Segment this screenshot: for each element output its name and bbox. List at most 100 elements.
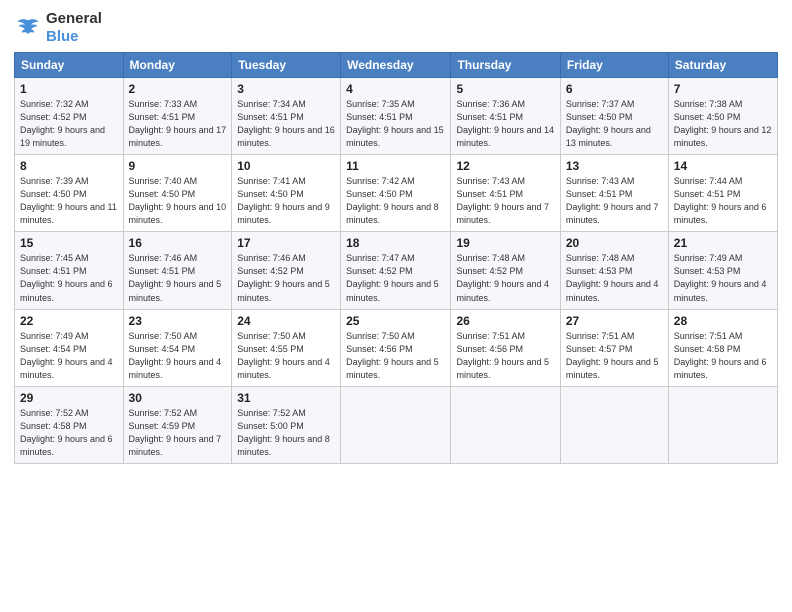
day-info: Sunrise: 7:37 AMSunset: 4:50 PMDaylight:… (566, 98, 663, 150)
calendar-cell (668, 386, 777, 463)
day-number: 2 (129, 82, 227, 96)
day-number: 29 (20, 391, 118, 405)
calendar-cell (451, 386, 560, 463)
weekday-header-monday: Monday (123, 53, 232, 78)
weekday-header-sunday: Sunday (15, 53, 124, 78)
day-info: Sunrise: 7:48 AMSunset: 4:53 PMDaylight:… (566, 252, 663, 304)
calendar-cell: 3Sunrise: 7:34 AMSunset: 4:51 PMDaylight… (232, 78, 341, 155)
calendar-cell: 7Sunrise: 7:38 AMSunset: 4:50 PMDaylight… (668, 78, 777, 155)
calendar-cell: 11Sunrise: 7:42 AMSunset: 4:50 PMDayligh… (341, 155, 451, 232)
day-info: Sunrise: 7:49 AMSunset: 4:54 PMDaylight:… (20, 330, 118, 382)
day-info: Sunrise: 7:43 AMSunset: 4:51 PMDaylight:… (566, 175, 663, 227)
calendar-cell: 20 Sunrise: 7:48 AMSunset: 4:53 PMDayligh… (560, 232, 668, 309)
day-number: 15 (20, 236, 118, 250)
calendar-cell: 24 Sunrise: 7:50 AMSunset: 4:55 PMDayligh… (232, 309, 341, 386)
day-info: Sunrise: 7:43 AMSunset: 4:51 PMDaylight:… (456, 175, 554, 227)
weekday-header-wednesday: Wednesday (341, 53, 451, 78)
logo-icon (14, 17, 42, 39)
logo: General Blue (14, 10, 102, 46)
day-info: Sunrise: 7:36 AMSunset: 4:51 PMDaylight:… (456, 98, 554, 150)
day-info: Sunrise: 7:45 AMSunset: 4:51 PMDaylight:… (20, 252, 118, 304)
day-info: Sunrise: 7:38 AMSunset: 4:50 PMDaylight:… (674, 98, 772, 150)
day-number: 4 (346, 82, 445, 96)
day-info: Sunrise: 7:52 AMSunset: 4:59 PMDaylight:… (129, 407, 227, 459)
day-info: Sunrise: 7:52 AMSunset: 5:00 PMDaylight:… (237, 407, 335, 459)
calendar-cell: 1 Sunrise: 7:32 AMSunset: 4:52 PMDaylight… (15, 78, 124, 155)
calendar-cell: 14Sunrise: 7:44 AMSunset: 4:51 PMDayligh… (668, 155, 777, 232)
day-info: Sunrise: 7:46 AMSunset: 4:51 PMDaylight:… (129, 252, 227, 304)
day-number: 6 (566, 82, 663, 96)
calendar-week-2: 8Sunrise: 7:39 AMSunset: 4:50 PMDaylight… (15, 155, 778, 232)
day-number: 13 (566, 159, 663, 173)
day-number: 18 (346, 236, 445, 250)
calendar-cell: 6 Sunrise: 7:37 AMSunset: 4:50 PMDaylight… (560, 78, 668, 155)
day-number: 21 (674, 236, 772, 250)
day-number: 12 (456, 159, 554, 173)
calendar-cell: 17Sunrise: 7:46 AMSunset: 4:52 PMDayligh… (232, 232, 341, 309)
day-info: Sunrise: 7:50 AMSunset: 4:55 PMDaylight:… (237, 330, 335, 382)
day-info: Sunrise: 7:41 AMSunset: 4:50 PMDaylight:… (237, 175, 335, 227)
day-number: 22 (20, 314, 118, 328)
weekday-header-saturday: Saturday (668, 53, 777, 78)
calendar-cell: 18 Sunrise: 7:47 AMSunset: 4:52 PMDayligh… (341, 232, 451, 309)
day-number: 24 (237, 314, 335, 328)
calendar-cell: 5 Sunrise: 7:36 AMSunset: 4:51 PMDaylight… (451, 78, 560, 155)
day-number: 28 (674, 314, 772, 328)
calendar-cell: 13 Sunrise: 7:43 AMSunset: 4:51 PMDayligh… (560, 155, 668, 232)
calendar-week-1: 1 Sunrise: 7:32 AMSunset: 4:52 PMDaylight… (15, 78, 778, 155)
calendar-cell: 9 Sunrise: 7:40 AMSunset: 4:50 PMDaylight… (123, 155, 232, 232)
calendar-page: General Blue SundayMondayTuesdayWednesda… (0, 0, 792, 612)
weekday-header-row: SundayMondayTuesdayWednesdayThursdayFrid… (15, 53, 778, 78)
day-number: 31 (237, 391, 335, 405)
calendar-cell: 19Sunrise: 7:48 AMSunset: 4:52 PMDayligh… (451, 232, 560, 309)
day-number: 27 (566, 314, 663, 328)
day-info: Sunrise: 7:50 AMSunset: 4:54 PMDaylight:… (129, 330, 227, 382)
day-number: 25 (346, 314, 445, 328)
day-info: Sunrise: 7:50 AMSunset: 4:56 PMDaylight:… (346, 330, 445, 382)
calendar-cell: 16Sunrise: 7:46 AMSunset: 4:51 PMDayligh… (123, 232, 232, 309)
calendar-cell: 27 Sunrise: 7:51 AMSunset: 4:57 PMDayligh… (560, 309, 668, 386)
day-number: 1 (20, 82, 118, 96)
calendar-table: SundayMondayTuesdayWednesdayThursdayFrid… (14, 52, 778, 464)
calendar-cell: 10 Sunrise: 7:41 AMSunset: 4:50 PMDayligh… (232, 155, 341, 232)
calendar-cell: 22 Sunrise: 7:49 AMSunset: 4:54 PMDayligh… (15, 309, 124, 386)
day-info: Sunrise: 7:51 AMSunset: 4:57 PMDaylight:… (566, 330, 663, 382)
day-info: Sunrise: 7:32 AMSunset: 4:52 PMDaylight:… (20, 98, 118, 150)
calendar-cell: 21 Sunrise: 7:49 AMSunset: 4:53 PMDayligh… (668, 232, 777, 309)
day-info: Sunrise: 7:52 AMSunset: 4:58 PMDaylight:… (20, 407, 118, 459)
day-info: Sunrise: 7:33 AMSunset: 4:51 PMDaylight:… (129, 98, 227, 150)
day-number: 23 (129, 314, 227, 328)
day-info: Sunrise: 7:48 AMSunset: 4:52 PMDaylight:… (456, 252, 554, 304)
calendar-cell (560, 386, 668, 463)
calendar-cell: 4 Sunrise: 7:35 AMSunset: 4:51 PMDaylight… (341, 78, 451, 155)
weekday-header-friday: Friday (560, 53, 668, 78)
day-info: Sunrise: 7:49 AMSunset: 4:53 PMDaylight:… (674, 252, 772, 304)
day-info: Sunrise: 7:35 AMSunset: 4:51 PMDaylight:… (346, 98, 445, 150)
day-number: 9 (129, 159, 227, 173)
logo-text: General Blue (46, 10, 102, 46)
weekday-header-thursday: Thursday (451, 53, 560, 78)
calendar-cell (341, 386, 451, 463)
day-number: 11 (346, 159, 445, 173)
day-info: Sunrise: 7:51 AMSunset: 4:56 PMDaylight:… (456, 330, 554, 382)
calendar-cell: 29 Sunrise: 7:52 AMSunset: 4:58 PMDayligh… (15, 386, 124, 463)
day-info: Sunrise: 7:40 AMSunset: 4:50 PMDaylight:… (129, 175, 227, 227)
day-number: 8 (20, 159, 118, 173)
calendar-cell: 25 Sunrise: 7:50 AMSunset: 4:56 PMDayligh… (341, 309, 451, 386)
day-number: 10 (237, 159, 335, 173)
calendar-cell: 12 Sunrise: 7:43 AMSunset: 4:51 PMDayligh… (451, 155, 560, 232)
day-number: 5 (456, 82, 554, 96)
calendar-cell: 28Sunrise: 7:51 AMSunset: 4:58 PMDayligh… (668, 309, 777, 386)
calendar-cell: 31 Sunrise: 7:52 AMSunset: 5:00 PMDayligh… (232, 386, 341, 463)
calendar-cell: 2 Sunrise: 7:33 AMSunset: 4:51 PMDaylight… (123, 78, 232, 155)
calendar-week-5: 29 Sunrise: 7:52 AMSunset: 4:58 PMDayligh… (15, 386, 778, 463)
calendar-cell: 30Sunrise: 7:52 AMSunset: 4:59 PMDayligh… (123, 386, 232, 463)
day-info: Sunrise: 7:47 AMSunset: 4:52 PMDaylight:… (346, 252, 445, 304)
calendar-week-4: 22 Sunrise: 7:49 AMSunset: 4:54 PMDayligh… (15, 309, 778, 386)
calendar-cell: 26 Sunrise: 7:51 AMSunset: 4:56 PMDayligh… (451, 309, 560, 386)
calendar-cell: 15 Sunrise: 7:45 AMSunset: 4:51 PMDayligh… (15, 232, 124, 309)
day-number: 14 (674, 159, 772, 173)
calendar-cell: 8Sunrise: 7:39 AMSunset: 4:50 PMDaylight… (15, 155, 124, 232)
day-number: 26 (456, 314, 554, 328)
day-number: 20 (566, 236, 663, 250)
